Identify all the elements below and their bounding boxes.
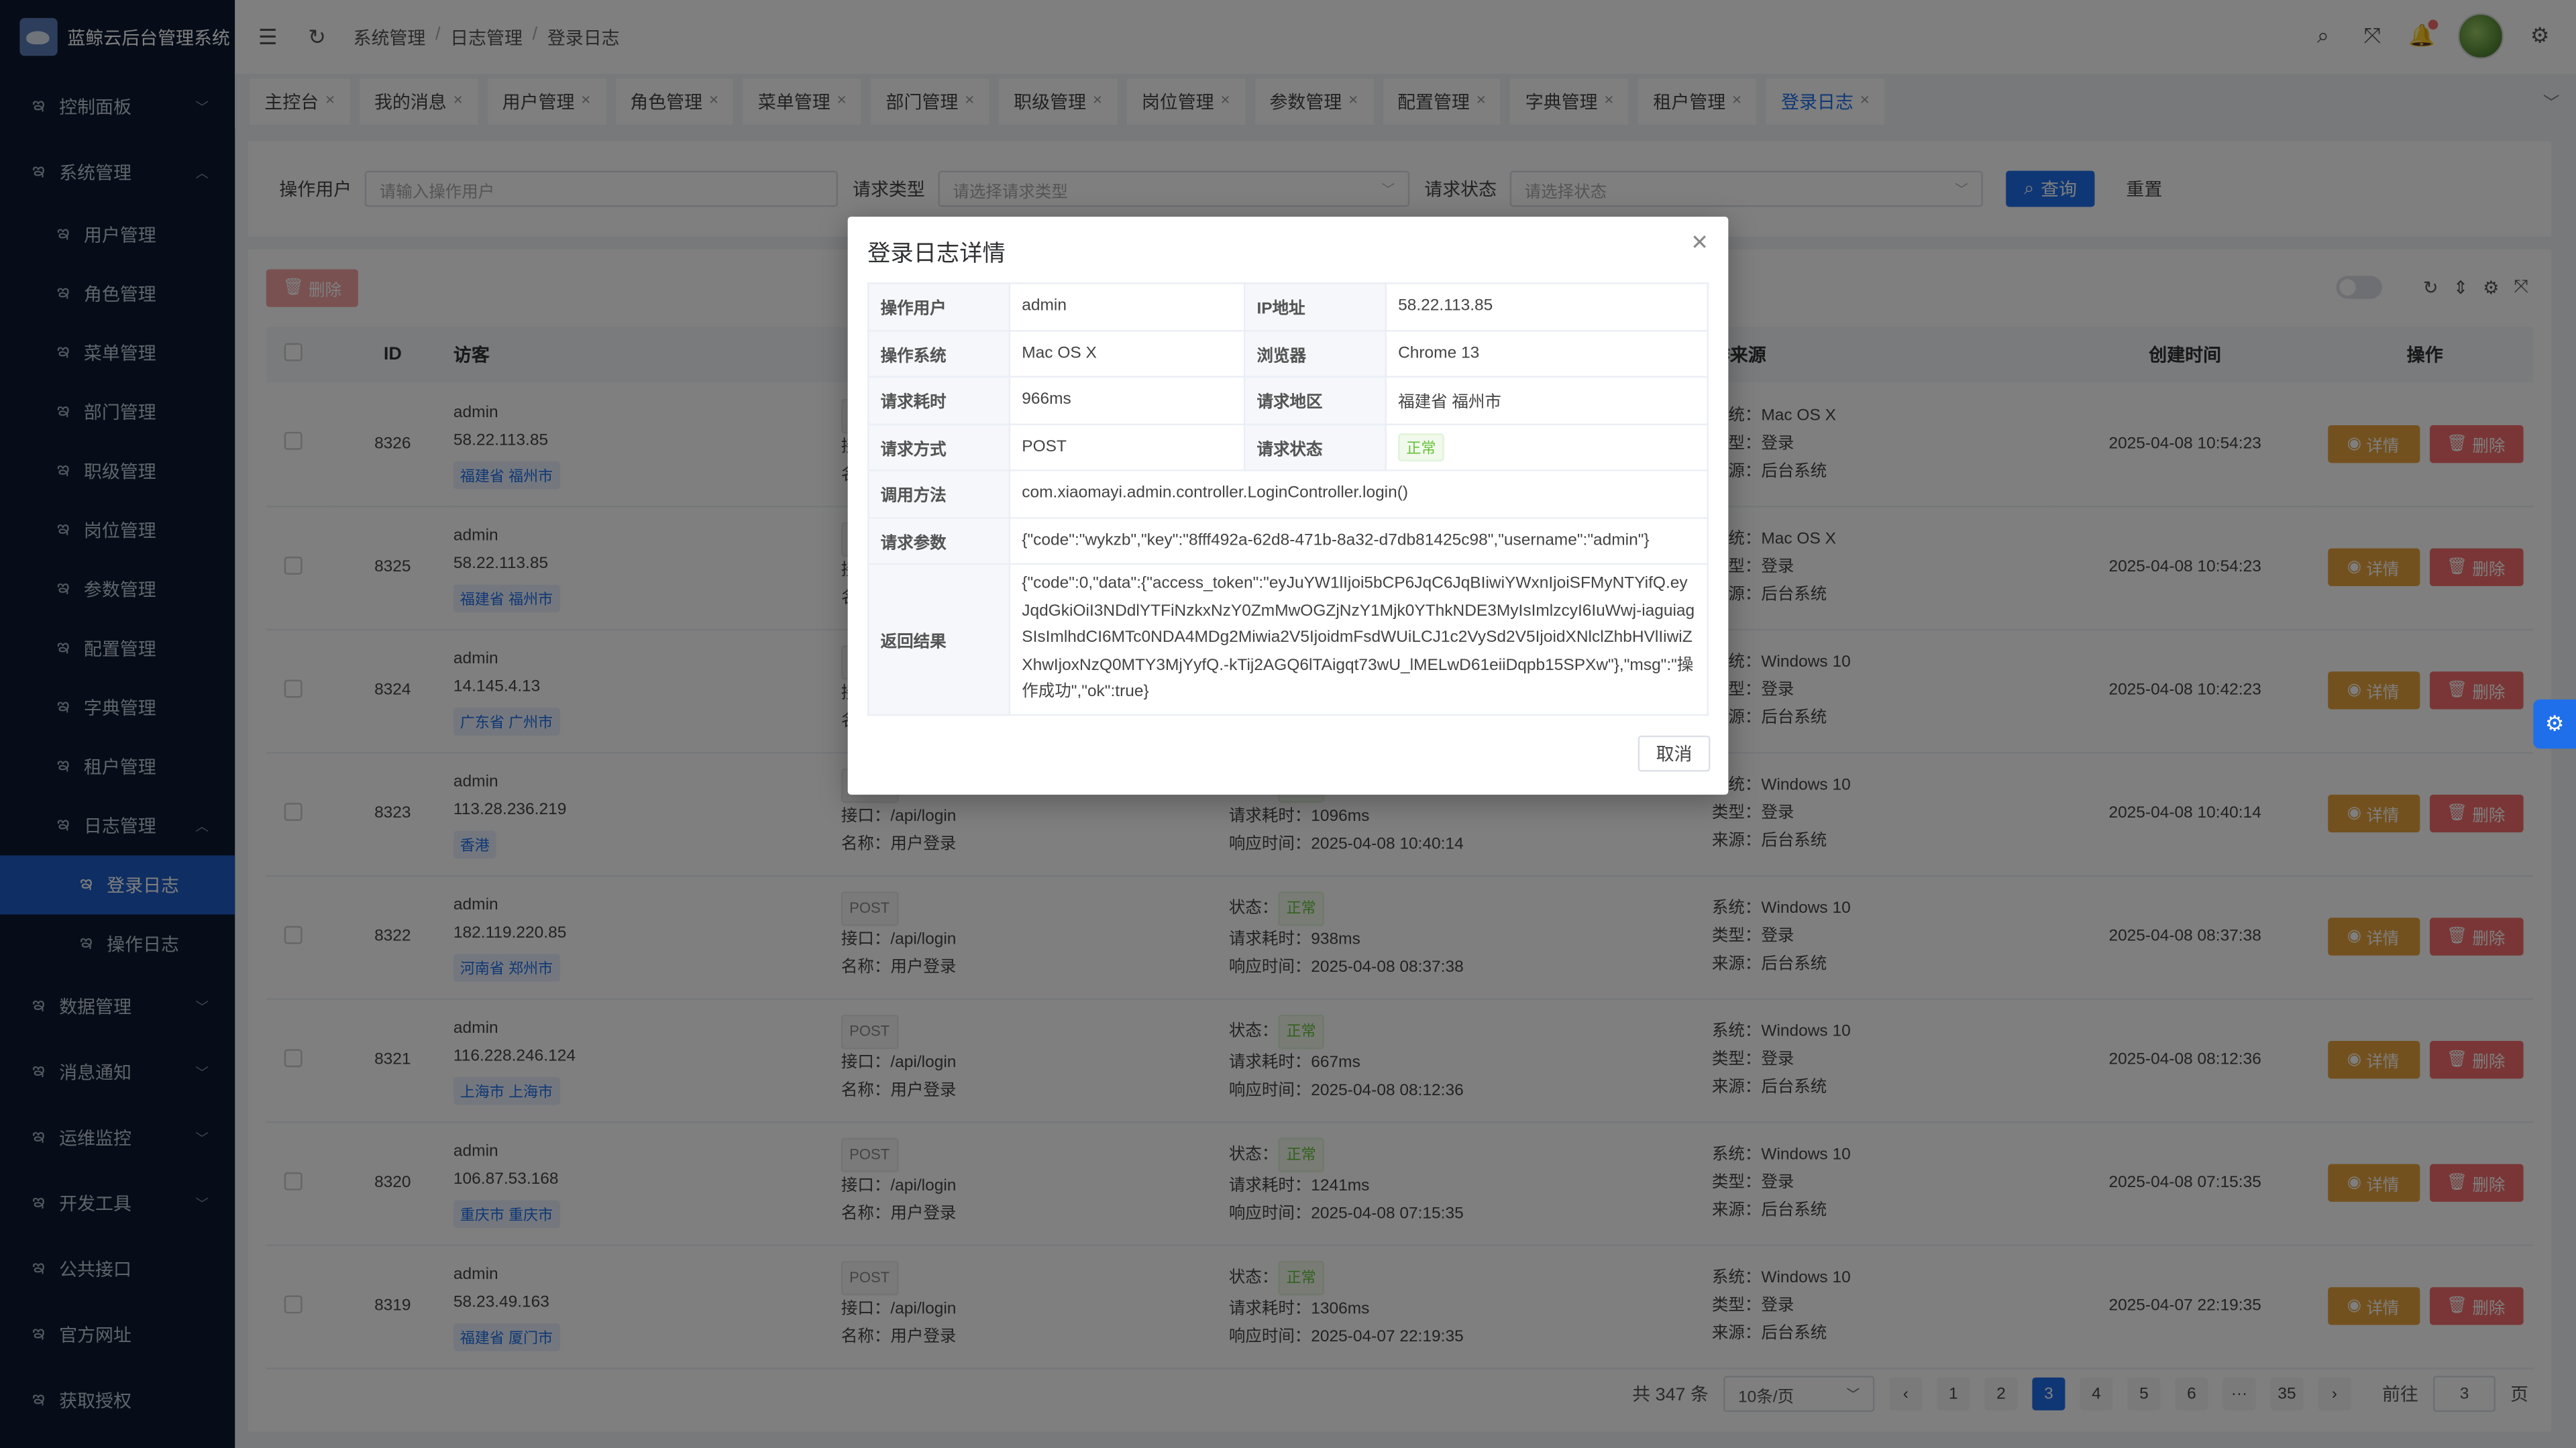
close-icon[interactable]: ✕ bbox=[1690, 230, 1709, 256]
detail-row: 返回结果 {"code":0,"data":{"access_token":"e… bbox=[867, 563, 1709, 716]
detail-value: Mac OS X bbox=[1008, 329, 1246, 378]
detail-label: 操作系统 bbox=[867, 329, 1011, 378]
detail-label: IP地址 bbox=[1243, 282, 1387, 331]
detail-label: 请求地区 bbox=[1243, 376, 1387, 425]
detail-value: {"code":0,"data":{"access_token":"eyJuYW… bbox=[1008, 563, 1709, 716]
detail-label: 请求耗时 bbox=[867, 376, 1011, 425]
settings-float-button[interactable]: ⚙ bbox=[2533, 699, 2576, 749]
detail-value: Chrome 13 bbox=[1385, 329, 1709, 378]
app-root: 蓝鲸云后台管理系统 ఇ控制面板﹀ ఇ系统管理︿ ఇ用户管理 ఇ角色管理 ఇ菜单管… bbox=[0, 0, 2576, 1448]
detail-label: 返回结果 bbox=[867, 563, 1011, 716]
detail-row: 请求方式 POST 请求状态 正常 bbox=[867, 423, 1709, 471]
cancel-button[interactable]: 取消 bbox=[1638, 735, 1711, 772]
cancel-button-label: 取消 bbox=[1656, 745, 1693, 765]
detail-row: 操作用户 admin IP地址 58.22.113.85 bbox=[867, 282, 1709, 331]
detail-row: 操作系统 Mac OS X 浏览器 Chrome 13 bbox=[867, 329, 1709, 378]
detail-row: 请求参数 {"code":"wykzb","key":"8fff492a-62d… bbox=[867, 516, 1709, 565]
detail-label: 请求状态 bbox=[1243, 423, 1387, 471]
dialog-title: 登录日志详情 bbox=[867, 239, 1006, 266]
detail-label: 操作用户 bbox=[867, 282, 1011, 331]
detail-label: 浏览器 bbox=[1243, 329, 1387, 378]
detail-value: 正常 bbox=[1385, 423, 1709, 471]
dialog-footer: 取消 bbox=[1638, 735, 1711, 772]
status-badge: 正常 bbox=[1398, 433, 1444, 461]
detail-value: 福建省 福州市 bbox=[1385, 376, 1709, 425]
detail-table: 操作用户 admin IP地址 58.22.113.85 操作系统 Mac OS… bbox=[867, 282, 1709, 716]
detail-value: admin bbox=[1008, 282, 1246, 331]
gear-icon: ⚙ bbox=[2544, 710, 2565, 736]
detail-value: {"code":"wykzb","key":"8fff492a-62d8-471… bbox=[1008, 516, 1709, 565]
detail-value: POST bbox=[1008, 423, 1246, 471]
detail-label: 请求方式 bbox=[867, 423, 1011, 471]
detail-row: 请求耗时 966ms 请求地区 福建省 福州市 bbox=[867, 376, 1709, 425]
login-log-detail-dialog: 登录日志详情 ✕ 操作用户 admin IP地址 58.22.113.85 操作… bbox=[847, 217, 1729, 795]
detail-value: com.xiaomayi.admin.controller.LoginContr… bbox=[1008, 469, 1709, 518]
detail-label: 请求参数 bbox=[867, 516, 1011, 565]
detail-label: 调用方法 bbox=[867, 469, 1011, 518]
detail-row: 调用方法 com.xiaomayi.admin.controller.Login… bbox=[867, 469, 1709, 518]
detail-value: 58.22.113.85 bbox=[1385, 282, 1709, 331]
detail-value: 966ms bbox=[1008, 376, 1246, 425]
